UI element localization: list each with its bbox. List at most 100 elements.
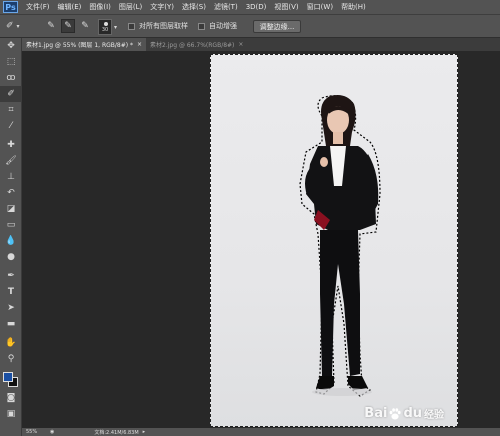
path-selection-tool[interactable]: ➤ [0, 300, 22, 316]
sample-all-layers-checkbox[interactable] [128, 22, 135, 30]
lasso-tool[interactable]: ꝏ [0, 70, 22, 86]
status-bar: 55% ◉ 文档:2.41M/6.83M ▸ [22, 428, 500, 436]
zoom-level[interactable]: 55% [26, 429, 50, 435]
selection-mode-group: ✎ ✎ ✎ [44, 19, 92, 33]
pen-tool[interactable]: ✒ [0, 268, 22, 284]
marquee-icon: ⬚ [6, 57, 16, 67]
document-tab-bar: 素材1.jpg @ 55% (图层 1, RGB/8#) * × 素材2.jpg… [22, 38, 500, 51]
quick-selection-icon: ✐ [6, 21, 14, 31]
hand-tool[interactable]: ✋ [0, 335, 22, 351]
menu-3d[interactable]: 3D(D) [242, 3, 271, 11]
sample-all-layers-label: 对所有图层取样 [139, 22, 188, 30]
menu-edit[interactable]: 编辑(E) [54, 2, 86, 12]
subtract-selection-icon: ✎ [81, 21, 89, 31]
options-bar: ✐ ▾ ✎ ✎ ✎ 30 ▾ 对所有图层取样 自动增强 调整边缘... [0, 14, 500, 38]
crop-tool[interactable]: ⌗ [0, 102, 22, 118]
auto-enhance-option[interactable]: 自动增强 [198, 19, 237, 33]
refine-edge-button[interactable]: 调整边缘... [253, 20, 301, 33]
crop-icon: ⌗ [8, 105, 14, 115]
baidu-paw-icon [390, 407, 402, 419]
canvas-area[interactable]: Bai du 经验 [22, 51, 500, 428]
foreground-color-swatch[interactable] [3, 372, 13, 382]
tool-preset-picker[interactable]: ✐ ▾ [6, 19, 32, 33]
selected-figure-image [299, 95, 381, 397]
tab-document-2[interactable]: 素材2.jpg @ 66.7%(RGB/8#) × [146, 38, 247, 51]
brush-size-picker[interactable]: 30 ▾ [98, 18, 117, 36]
shape-icon: ▬ [6, 319, 16, 329]
close-icon[interactable]: × [137, 41, 142, 48]
quick-selection-icon: ✐ [7, 89, 15, 99]
add-to-selection-button[interactable]: ✎ [61, 19, 75, 33]
gradient-tool[interactable]: ▭ [0, 217, 22, 233]
menu-window[interactable]: 窗口(W) [303, 2, 337, 12]
type-icon: T [7, 287, 15, 297]
add-selection-icon: ✎ [64, 21, 72, 31]
sample-all-layers-option[interactable]: 对所有图层取样 [128, 19, 188, 33]
subtract-from-selection-button[interactable]: ✎ [78, 19, 92, 33]
type-tool[interactable]: T [0, 284, 22, 300]
auto-enhance-label: 自动增强 [209, 22, 237, 30]
eyedropper-icon: ⁄ [10, 121, 12, 131]
new-selection-button[interactable]: ✎ [44, 19, 58, 33]
menu-help[interactable]: 帮助(H) [337, 2, 370, 12]
dodge-tool[interactable]: ● [0, 249, 22, 265]
brush-size-value: 30 [98, 19, 112, 35]
history-brush-tool[interactable]: ↶ [0, 185, 22, 201]
menu-filter[interactable]: 滤镜(T) [210, 2, 242, 12]
healing-brush-tool[interactable]: ✚ [0, 137, 22, 153]
menu-file[interactable]: 文件(F) [22, 2, 54, 12]
healing-brush-icon: ✚ [7, 140, 15, 150]
blur-icon: 💧 [5, 236, 17, 246]
quick-mask-icon: ◙ [6, 393, 16, 403]
chevron-right-icon[interactable]: ▸ [143, 429, 146, 435]
chevron-down-icon: ▾ [114, 23, 118, 31]
history-brush-icon: ↶ [7, 188, 15, 198]
watermark-brand: Bai [364, 406, 388, 421]
document-canvas[interactable]: Bai du 经验 [210, 54, 458, 427]
gradient-icon: ▭ [6, 220, 16, 230]
eyedropper-tool[interactable]: ⁄ [0, 118, 22, 134]
marquee-tool[interactable]: ⬚ [0, 54, 22, 70]
menu-layer[interactable]: 图层(L) [115, 2, 146, 12]
eraser-tool[interactable]: ◪ [0, 201, 22, 217]
clone-stamp-tool[interactable]: ⊥ [0, 169, 22, 185]
blur-tool[interactable]: 💧 [0, 233, 22, 249]
watermark-suffix: 经验 [424, 410, 444, 421]
menu-view[interactable]: 视图(V) [270, 2, 302, 12]
lasso-icon: ꝏ [6, 73, 16, 83]
move-tool[interactable]: ✥ [0, 38, 22, 54]
photoshop-logo: Ps [3, 1, 18, 13]
document-size: 文档:2.41M/6.83M [94, 429, 139, 436]
watermark-brand-suffix: du [403, 406, 422, 421]
move-icon: ✥ [7, 41, 15, 51]
quick-selection-tool[interactable]: ✐ [0, 86, 22, 102]
auto-enhance-checkbox[interactable] [198, 22, 205, 30]
menu-image[interactable]: 图像(I) [85, 2, 115, 12]
screen-mode-icon: ▣ [6, 409, 16, 419]
tools-panel: ✥ ⬚ ꝏ ✐ ⌗ ⁄ ✚ 🖌 ⊥ ↶ ◪ ▭ 💧 ● ✒ T ➤ ▬ ✋ ⚲ … [0, 38, 22, 436]
baidu-watermark: Bai du 经验 [364, 406, 444, 421]
brush-icon: 🖌 [5, 156, 17, 166]
zoom-icon: ⚲ [7, 354, 15, 364]
zoom-tool[interactable]: ⚲ [0, 351, 22, 367]
path-selection-icon: ➤ [7, 303, 15, 313]
tab-label: 素材1.jpg @ 55% (图层 1, RGB/8#) * [26, 42, 133, 49]
brush-tool[interactable]: 🖌 [0, 153, 22, 169]
clone-stamp-icon: ⊥ [7, 172, 15, 182]
hand-icon: ✋ [5, 338, 17, 348]
shape-tool[interactable]: ▬ [0, 316, 22, 332]
pen-icon: ✒ [7, 271, 15, 281]
eraser-icon: ◪ [6, 204, 16, 214]
quick-mask-button[interactable]: ◙ [0, 390, 22, 406]
tab-document-1[interactable]: 素材1.jpg @ 55% (图层 1, RGB/8#) * × [22, 38, 147, 51]
dodge-icon: ● [7, 252, 15, 262]
new-selection-icon: ✎ [47, 21, 55, 31]
menu-type[interactable]: 文字(Y) [146, 2, 178, 12]
tab-label: 素材2.jpg @ 66.7%(RGB/8#) [150, 42, 235, 49]
menu-bar: Ps 文件(F) 编辑(E) 图像(I) 图层(L) 文字(Y) 选择(S) 滤… [0, 0, 500, 14]
color-swatches[interactable] [0, 370, 22, 390]
menu-select[interactable]: 选择(S) [178, 2, 210, 12]
status-info-icon: ◉ [50, 429, 55, 435]
screen-mode-button[interactable]: ▣ [0, 406, 22, 422]
close-icon[interactable]: × [238, 41, 243, 48]
